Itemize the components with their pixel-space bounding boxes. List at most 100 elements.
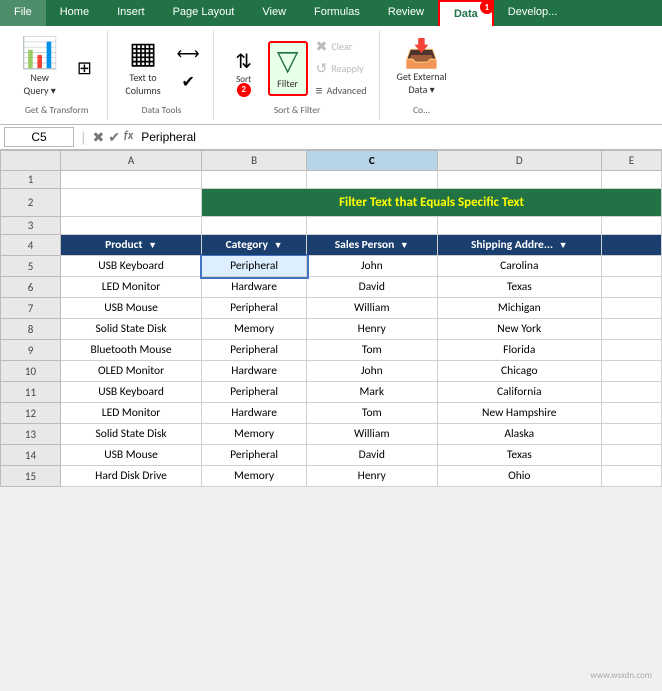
col-header-c[interactable]: C xyxy=(307,151,438,171)
cell-product[interactable]: USB Keyboard xyxy=(60,256,201,277)
header-sales-person[interactable]: Sales Person ▼ xyxy=(307,235,438,256)
cell-d1[interactable] xyxy=(437,171,601,189)
cell-extra[interactable] xyxy=(601,382,661,403)
cell-extra[interactable] xyxy=(601,361,661,382)
cell-b1[interactable] xyxy=(202,171,307,189)
cell-category[interactable]: Memory xyxy=(202,466,307,487)
cell-sales[interactable]: Tom xyxy=(307,403,438,424)
filter-arrow-category[interactable]: ▼ xyxy=(274,240,283,251)
cell-shipping[interactable]: Michigan xyxy=(437,298,601,319)
cell-shipping[interactable]: Alaska xyxy=(437,424,601,445)
tab-home[interactable]: Home xyxy=(46,0,103,26)
cell-extra[interactable] xyxy=(601,319,661,340)
cell-category[interactable]: Hardware xyxy=(202,277,307,298)
tab-develop[interactable]: Develop... xyxy=(494,0,572,26)
cell-category[interactable]: Peripheral xyxy=(202,340,307,361)
cell-b3[interactable] xyxy=(202,217,307,235)
filter-arrow-sales[interactable]: ▼ xyxy=(400,240,409,251)
cell-a1[interactable] xyxy=(60,171,201,189)
cell-sales[interactable]: Mark xyxy=(307,382,438,403)
formula-input[interactable] xyxy=(137,128,658,146)
cell-reference-box[interactable] xyxy=(4,127,74,147)
cell-shipping[interactable]: Carolina xyxy=(437,256,601,277)
sort-button[interactable]: ⇅ Sort 2 xyxy=(224,47,264,90)
cell-category[interactable]: Peripheral xyxy=(202,445,307,466)
tab-formulas[interactable]: Formulas xyxy=(300,0,374,26)
cell-extra[interactable] xyxy=(601,277,661,298)
cell-e3[interactable] xyxy=(601,217,661,235)
cell-shipping[interactable]: Ohio xyxy=(437,466,601,487)
cell-category[interactable]: Memory xyxy=(202,319,307,340)
cell-shipping[interactable]: Texas xyxy=(437,277,601,298)
cell-extra[interactable] xyxy=(601,403,661,424)
cell-d3[interactable] xyxy=(437,217,601,235)
cell-sales[interactable]: Tom xyxy=(307,340,438,361)
cell-sales[interactable]: William xyxy=(307,298,438,319)
text-to-columns-button[interactable]: ▦ Text toColumns xyxy=(118,34,167,102)
cell-c1[interactable] xyxy=(307,171,438,189)
filter-arrow-product[interactable]: ▼ xyxy=(148,240,157,251)
tab-page-layout[interactable]: Page Layout xyxy=(159,0,249,26)
confirm-formula-icon[interactable]: ✔ xyxy=(108,129,120,146)
cell-e1[interactable] xyxy=(601,171,661,189)
cell-category[interactable]: Peripheral xyxy=(202,298,307,319)
cell-extra[interactable] xyxy=(601,298,661,319)
cell-shipping[interactable]: Texas xyxy=(437,445,601,466)
col-header-b[interactable]: B xyxy=(202,151,307,171)
cell-product[interactable]: OLED Monitor xyxy=(60,361,201,382)
cell-category[interactable]: Peripheral xyxy=(202,256,307,277)
show-queries-button[interactable]: ⊞ xyxy=(69,54,99,82)
cell-sales[interactable]: Henry xyxy=(307,319,438,340)
cell-sales[interactable]: John xyxy=(307,256,438,277)
remove-duplicates-button[interactable]: ✔ xyxy=(172,69,205,95)
header-extra[interactable] xyxy=(601,235,661,256)
cell-category[interactable]: Hardware xyxy=(202,403,307,424)
cell-product[interactable]: USB Mouse xyxy=(60,298,201,319)
cell-category[interactable]: Peripheral xyxy=(202,382,307,403)
cell-sales[interactable]: David xyxy=(307,277,438,298)
clear-button[interactable]: ✖ Clear xyxy=(312,36,371,57)
tab-file[interactable]: File xyxy=(0,0,46,26)
advanced-button[interactable]: ≡ Advanced xyxy=(312,80,371,101)
header-product[interactable]: Product ▼ xyxy=(60,235,201,256)
cell-category[interactable]: Hardware xyxy=(202,361,307,382)
cell-shipping[interactable]: Chicago xyxy=(437,361,601,382)
cell-extra[interactable] xyxy=(601,340,661,361)
cell-product[interactable]: Bluetooth Mouse xyxy=(60,340,201,361)
cell-a3[interactable] xyxy=(60,217,201,235)
cell-extra[interactable] xyxy=(601,466,661,487)
cell-product[interactable]: Hard Disk Drive xyxy=(60,466,201,487)
cell-category[interactable]: Memory xyxy=(202,424,307,445)
cell-extra[interactable] xyxy=(601,445,661,466)
cell-sales[interactable]: John xyxy=(307,361,438,382)
cell-product[interactable]: Solid State Disk xyxy=(60,319,201,340)
get-external-data-button[interactable]: 📥 Get ExternalData ▾ xyxy=(390,35,454,101)
tab-insert[interactable]: Insert xyxy=(103,0,159,26)
flash-fill-button[interactable]: ⟷ xyxy=(172,41,205,67)
filter-button[interactable]: ▽ Filter xyxy=(268,41,308,96)
cell-product[interactable]: USB Keyboard xyxy=(60,382,201,403)
col-header-d[interactable]: D xyxy=(437,151,601,171)
cell-shipping[interactable]: Florida xyxy=(437,340,601,361)
cell-shipping[interactable]: New Hampshire xyxy=(437,403,601,424)
cell-sales[interactable]: Henry xyxy=(307,466,438,487)
cell-extra[interactable] xyxy=(601,424,661,445)
cell-extra[interactable] xyxy=(601,256,661,277)
new-query-button[interactable]: 📊 NewQuery ▾ xyxy=(14,34,65,102)
reapply-button[interactable]: ↺ Reapply xyxy=(312,58,371,79)
col-header-a[interactable]: A xyxy=(60,151,201,171)
cell-product[interactable]: LED Monitor xyxy=(60,403,201,424)
cell-product[interactable]: Solid State Disk xyxy=(60,424,201,445)
cell-a2[interactable] xyxy=(60,189,201,217)
cell-sales[interactable]: William xyxy=(307,424,438,445)
header-category[interactable]: Category ▼ xyxy=(202,235,307,256)
header-shipping[interactable]: Shipping Addre... ▼ xyxy=(437,235,601,256)
tab-review[interactable]: Review xyxy=(374,0,438,26)
tab-view[interactable]: View xyxy=(248,0,300,26)
cancel-formula-icon[interactable]: ✖ xyxy=(92,129,104,146)
col-header-e[interactable]: E xyxy=(601,151,661,171)
cell-product[interactable]: LED Monitor xyxy=(60,277,201,298)
cell-product[interactable]: USB Mouse xyxy=(60,445,201,466)
filter-arrow-shipping[interactable]: ▼ xyxy=(559,240,568,251)
cell-shipping[interactable]: California xyxy=(437,382,601,403)
